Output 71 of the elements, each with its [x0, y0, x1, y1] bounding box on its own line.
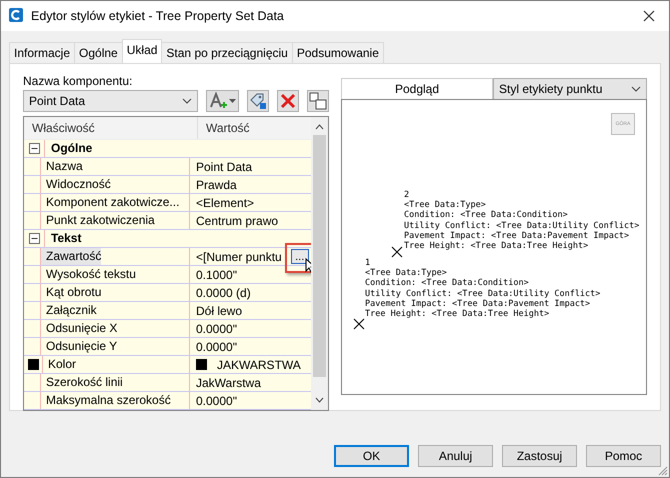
dialog-button[interactable]: Zastosuj — [502, 445, 577, 467]
tag-copy-button[interactable] — [247, 90, 270, 112]
group-header: Ogólne — [44, 140, 92, 157]
property-value: Prawda — [196, 178, 237, 192]
label-text: Condition: <Tree Data:Condition> — [365, 278, 530, 289]
resize-grip-icon[interactable] — [658, 466, 668, 476]
property-value: 0.0000" — [196, 322, 237, 336]
label-text: Condition: <Tree Data:Condition> — [404, 210, 569, 221]
style-dropdown[interactable]: Styl etykiety punktu — [493, 78, 647, 100]
label-text: Pavement Impact: <Tree Data:Pavement Impact> — [404, 230, 630, 242]
dialog-button[interactable]: Anuluj — [418, 445, 493, 467]
property-value: Point Data — [196, 160, 252, 174]
label-text: Tree Height: <Tree Data:Tree Height> — [365, 309, 550, 320]
column-header: Wartość — [198, 117, 311, 139]
label-text: 2 — [404, 190, 410, 200]
property-value: 0.0000 (d) — [196, 286, 251, 300]
property-value: JAKWARSTWA — [217, 358, 301, 372]
chevron-down-icon[interactable] — [182, 98, 192, 104]
tab[interactable]: Układ — [122, 39, 162, 63]
dialog-button[interactable]: Pomoc — [586, 445, 661, 467]
chevron-down-icon[interactable] — [631, 86, 641, 92]
label-text: <Tree Data:Type> — [404, 200, 487, 210]
add-text-button[interactable] — [206, 90, 240, 112]
property-value: Dół lewo — [196, 304, 242, 318]
label-text: <Tree Data:Type> — [365, 268, 448, 278]
dialog-button[interactable]: OK — [334, 445, 409, 467]
property-name[interactable]: Zawartość — [40, 248, 102, 265]
app-logo-icon — [9, 8, 23, 24]
point-marker-icon — [391, 246, 403, 258]
property-value: 0.1000" — [196, 268, 237, 282]
property-value: Centrum prawo — [196, 214, 278, 228]
scroll-down-icon[interactable] — [315, 397, 324, 403]
collapse-toggle-icon[interactable] — [29, 233, 40, 244]
tab[interactable]: Informacje — [9, 42, 76, 63]
scroll-up-icon[interactable] — [315, 124, 324, 130]
point-marker-icon — [353, 318, 365, 330]
label-text: 1 — [365, 258, 372, 268]
column-header: Właściwość — [24, 117, 198, 139]
label-text: Utility Conflict: <Tree Data:Utility Conflict> — [365, 288, 600, 299]
property-value: <[Numer punktu — [196, 250, 282, 264]
property-name[interactable]: Maksymalna szerokość — [40, 392, 171, 409]
label-text: Tree Height: <Tree Data:Tree Height> — [404, 241, 590, 252]
component-label: Nazwa komponentu: — [23, 74, 134, 88]
window-title: Edytor stylów etykiet - Tree Property Set Data — [31, 9, 285, 23]
component-dropdown[interactable]: Point Data — [23, 90, 198, 112]
collapse-toggle-icon[interactable] — [29, 143, 40, 154]
close-icon[interactable] — [643, 10, 655, 22]
property-value: JakWarstwa — [196, 376, 261, 390]
property-value: <Element> — [196, 196, 254, 210]
scroll-thumb[interactable] — [313, 135, 326, 377]
property-name[interactable]: Kąt obrotu — [40, 284, 102, 301]
property-name[interactable]: Załącznik — [40, 302, 97, 319]
property-name[interactable]: Odsunięcie X — [40, 320, 118, 337]
delete-button[interactable] — [277, 90, 300, 112]
property-name[interactable]: Komponent zakotwicze... — [40, 194, 180, 211]
property-name[interactable]: Wysokość tekstu — [40, 266, 136, 283]
property-name[interactable]: Punkt zakotwiczenia — [40, 212, 155, 229]
tab[interactable]: Podsumowanie — [292, 42, 384, 63]
property-value: 0.0000" — [196, 340, 237, 354]
label-text: Utility Conflict: <Tree Data:Utility Conflict> — [404, 220, 640, 231]
group-header: Tekst — [44, 230, 82, 247]
property-name[interactable]: Odsunięcie Y — [40, 338, 118, 355]
property-name[interactable]: Nazwa — [40, 158, 83, 175]
property-name[interactable]: Widoczność — [40, 176, 111, 193]
property-name[interactable]: Szerokość linii — [40, 374, 123, 391]
arrange-button[interactable] — [307, 90, 329, 112]
property-value: 0.0000" — [196, 394, 237, 408]
label-text: Pavement Impact: <Tree Data:Pavement Impact> — [365, 298, 592, 310]
browse-button[interactable]: ... — [290, 249, 309, 264]
property-name[interactable]: Kolor — [42, 356, 76, 373]
scrollbar[interactable] — [311, 117, 328, 410]
